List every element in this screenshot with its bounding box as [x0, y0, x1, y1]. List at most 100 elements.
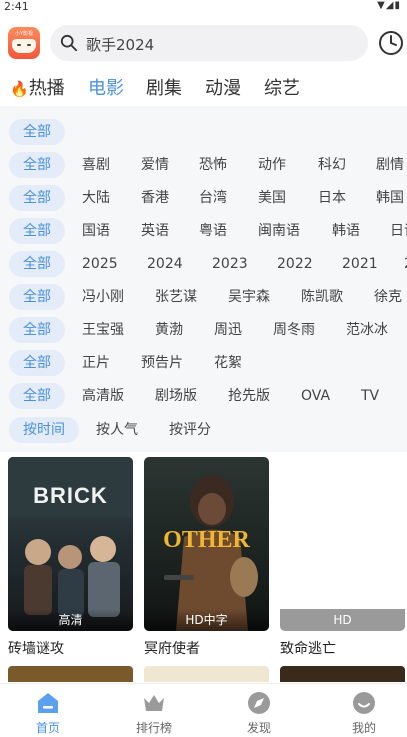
filter-chip[interactable]: 冯小刚 — [82, 284, 124, 310]
filter-row-language: 全部 国语 英语 粤语 闽南语 韩语 日语 — [0, 217, 407, 245]
filter-chip[interactable]: 台湾 — [199, 185, 227, 211]
filter-chip-selected[interactable]: 全部 — [9, 152, 65, 178]
status-icons: ▼◢▮ — [377, 0, 401, 11]
nav-ranking-label: 排行榜 — [135, 721, 172, 735]
filter-chip[interactable]: 日本 — [318, 185, 346, 211]
filter-chip-selected[interactable]: 全部 — [9, 251, 65, 277]
filter-chip-selected[interactable]: 全部 — [9, 185, 65, 211]
filter-row-genre: 全部 喜剧 爱情 恐怖 动作 科幻 剧情 — [0, 151, 407, 179]
movie-card[interactable]: OTHER HD中字 冥府使者 — [144, 457, 269, 658]
filter-chip[interactable]: 2021 — [342, 251, 378, 277]
filter-chip[interactable]: 香港 — [141, 185, 169, 211]
filter-chip[interactable]: 花絮 — [214, 350, 242, 376]
status-time: 2:41 — [4, 0, 29, 13]
movie-poster[interactable]: BRICK 高清 — [8, 457, 133, 631]
nav-home-label: 首页 — [35, 721, 60, 735]
filter-chip[interactable]: 2022 — [277, 251, 313, 277]
filter-row-year: 全部 2025 2024 2023 2022 2021 2020 — [0, 250, 407, 278]
filter-chip-selected[interactable]: 全部 — [9, 218, 65, 244]
filter-chip[interactable]: 闽南语 — [258, 218, 300, 244]
filter-chip[interactable]: TV — [361, 383, 379, 409]
movie-poster[interactable]: OTHER HD中字 — [144, 457, 269, 631]
filter-chip[interactable]: 2024 — [147, 251, 183, 277]
sort-chip[interactable]: 按评分 — [169, 417, 211, 443]
nav-profile[interactable]: 我的 — [334, 690, 394, 736]
nav-discover[interactable]: 发现 — [229, 690, 289, 736]
nav-discover-label: 发现 — [246, 721, 271, 735]
filter-chip[interactable]: 恐怖 — [199, 152, 227, 178]
filter-chip[interactable]: 动作 — [258, 152, 286, 178]
app-header: 小Y影视 歌手2024 — [0, 22, 407, 64]
tab-hot[interactable]: 🔥热播 — [10, 74, 65, 100]
nav-home[interactable]: 首页 — [18, 690, 78, 736]
movie-poster[interactable]: HD — [280, 457, 405, 631]
filter-chip[interactable]: 高清版 — [82, 383, 124, 409]
movie-card[interactable]: HD 致命逃亡 — [280, 457, 405, 658]
app-logo[interactable]: 小Y影视 — [8, 27, 40, 59]
filter-row-region: 全部 大陆 香港 台湾 美国 日本 韩国 — [0, 184, 407, 212]
filter-chip[interactable]: 王宝强 — [82, 317, 124, 343]
filter-chip-selected[interactable]: 全部 — [9, 350, 65, 376]
filter-row-type: 全部 正片 预告片 花絮 — [0, 349, 407, 377]
flame-icon: 🔥 — [10, 80, 29, 98]
bottom-navigation: 首页 排行榜 发现 我的 — [0, 683, 407, 737]
filter-chip-selected[interactable]: 全部 — [9, 317, 65, 343]
tab-variety[interactable]: 综艺 — [264, 74, 300, 100]
filter-chip[interactable]: 范冰冰 — [346, 317, 388, 343]
filter-chip[interactable]: 2023 — [212, 251, 248, 277]
filter-panel: 全部 全部 喜剧 爱情 恐怖 动作 科幻 剧情 全部 大陆 香港 台湾 美国 日… — [0, 106, 407, 452]
tab-movie[interactable]: 电影 — [88, 74, 124, 100]
filter-chip[interactable]: 剧场版 — [155, 383, 197, 409]
filter-chip[interactable]: 陈凯歌 — [301, 284, 343, 310]
filter-chip[interactable]: 吴宇森 — [228, 284, 270, 310]
filter-chip[interactable]: 周冬雨 — [273, 317, 315, 343]
movie-title[interactable]: 砖墙谜攻 — [8, 638, 133, 658]
nav-ranking[interactable]: 排行榜 — [124, 690, 184, 736]
filter-chip[interactable]: 正片 — [82, 350, 110, 376]
filter-chip[interactable]: 张艺谋 — [155, 284, 197, 310]
filter-chip[interactable]: 剧情 — [376, 152, 404, 178]
movie-card[interactable]: BRICK 高清 砖墙谜攻 — [8, 457, 133, 658]
filter-chip-selected[interactable]: 全部 — [9, 383, 65, 409]
category-tabs: 🔥热播 电影 剧集 动漫 综艺 — [0, 70, 407, 102]
filter-chip[interactable]: 美国 — [258, 185, 286, 211]
filter-chip[interactable]: 英语 — [141, 218, 169, 244]
movie-grid: BRICK 高清 砖墙谜攻 OTHER HD中字 冥府使者 HD 致命逃亡 — [0, 452, 407, 682]
filter-chip[interactable]: 韩语 — [332, 218, 360, 244]
movie-title[interactable]: 冥府使者 — [144, 638, 269, 658]
filter-chip[interactable]: 抢先版 — [228, 383, 270, 409]
movie-title[interactable]: 致命逃亡 — [280, 638, 405, 658]
filter-chip[interactable]: 大陆 — [82, 185, 110, 211]
logo-face-icon — [12, 39, 36, 53]
filter-chip[interactable]: 预告片 — [141, 350, 183, 376]
tab-series[interactable]: 剧集 — [146, 74, 182, 100]
filter-chip[interactable]: 国语 — [82, 218, 110, 244]
discover-icon — [248, 692, 270, 714]
sort-chip-selected[interactable]: 按时间 — [9, 417, 79, 443]
filter-chip[interactable]: 2025 — [82, 251, 118, 277]
filter-chip[interactable]: 韩国 — [376, 185, 404, 211]
filter-chip[interactable]: 粤语 — [199, 218, 227, 244]
search-input-value[interactable]: 歌手2024 — [86, 34, 154, 55]
filter-row-director: 全部 冯小刚 张艺谋 吴宇森 陈凯歌 徐克 — [0, 283, 407, 311]
filter-chip[interactable]: 爱情 — [141, 152, 169, 178]
sort-chip[interactable]: 按人气 — [96, 417, 138, 443]
tab-anime[interactable]: 动漫 — [205, 74, 241, 100]
filter-chip-selected[interactable]: 全部 — [9, 284, 65, 310]
quality-badge: HD — [280, 609, 405, 631]
movie-poster-peek[interactable] — [280, 666, 405, 682]
filter-chip[interactable]: 喜剧 — [82, 152, 110, 178]
filter-chip[interactable]: OVA — [301, 383, 330, 409]
quality-badge: 高清 — [8, 609, 133, 631]
filter-chip[interactable]: 徐克 — [374, 284, 402, 310]
search-bar[interactable]: 歌手2024 — [50, 25, 368, 61]
history-clock-icon[interactable] — [378, 30, 404, 56]
filter-chip[interactable]: 日语 — [390, 218, 407, 244]
filter-chip[interactable]: 周迅 — [214, 317, 242, 343]
movie-poster-peek[interactable] — [144, 666, 269, 682]
filter-row-actor: 全部 王宝强 黄渤 周迅 周冬雨 范冰冰 — [0, 316, 407, 344]
movie-poster-peek[interactable] — [8, 666, 133, 682]
filter-chip-selected[interactable]: 全部 — [9, 119, 65, 145]
filter-chip[interactable]: 黄渤 — [155, 317, 183, 343]
filter-chip[interactable]: 科幻 — [318, 152, 346, 178]
